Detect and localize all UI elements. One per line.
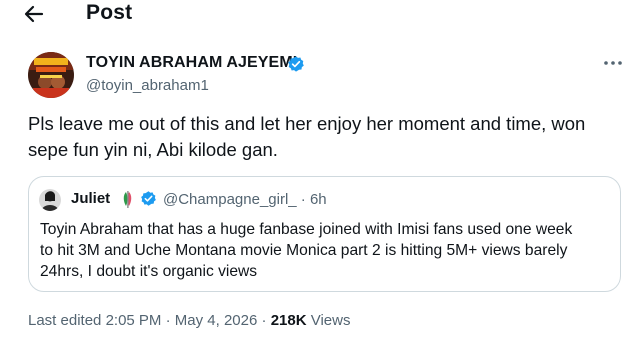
post-text-line: sepe fun yin ni, Abi kilode gan. [28,139,278,160]
quoted-text-line: 24hrs, I doubt it's organic views [40,263,258,280]
author-name[interactable]: TOYIN ABRAHAM AJEYEMI [86,54,297,72]
quoted-text-line: Toyin Abraham that has a huge fanbase jo… [40,221,573,238]
author-handle[interactable]: @toyin_abraham1 [86,77,209,94]
post-meta: Last edited 2:05 PM · May 4, 2026 · 218K… [28,312,350,329]
quoted-post[interactable]: Juliet @Champagne_girl_ · 6h Toyin Abrah… [28,176,621,292]
quoted-handle-time[interactable]: @Champagne_girl_ · 6h [163,191,327,208]
post-time[interactable]: 2:05 PM [106,312,162,329]
more-icon[interactable] [602,56,624,70]
views-count: 218K [270,312,307,329]
views-label: Views [306,312,351,329]
post-text: Pls leave me out of this and let her enj… [28,111,608,163]
back-arrow-icon[interactable] [22,2,46,26]
page-title: Post [86,1,133,24]
separator: · [257,312,271,329]
post-date[interactable]: May 4, 2026 [175,312,258,329]
verified-badge-icon [141,191,156,206]
author-avatar[interactable] [28,52,74,98]
post-text-line: Pls leave me out of this and let her enj… [28,113,586,134]
edited-label[interactable]: Last edited [28,312,106,329]
top-bar: Post [0,0,640,28]
quoted-author-name[interactable]: Juliet [71,190,110,207]
quoted-text-line: to hit 3M and Uche Montana movie Monica … [40,242,568,259]
flag-icon [123,191,132,208]
quoted-avatar[interactable] [39,189,61,211]
separator: · [161,312,175,329]
quoted-text: Toyin Abraham that has a huge fanbase jo… [40,219,612,282]
verified-badge-icon [288,56,304,72]
